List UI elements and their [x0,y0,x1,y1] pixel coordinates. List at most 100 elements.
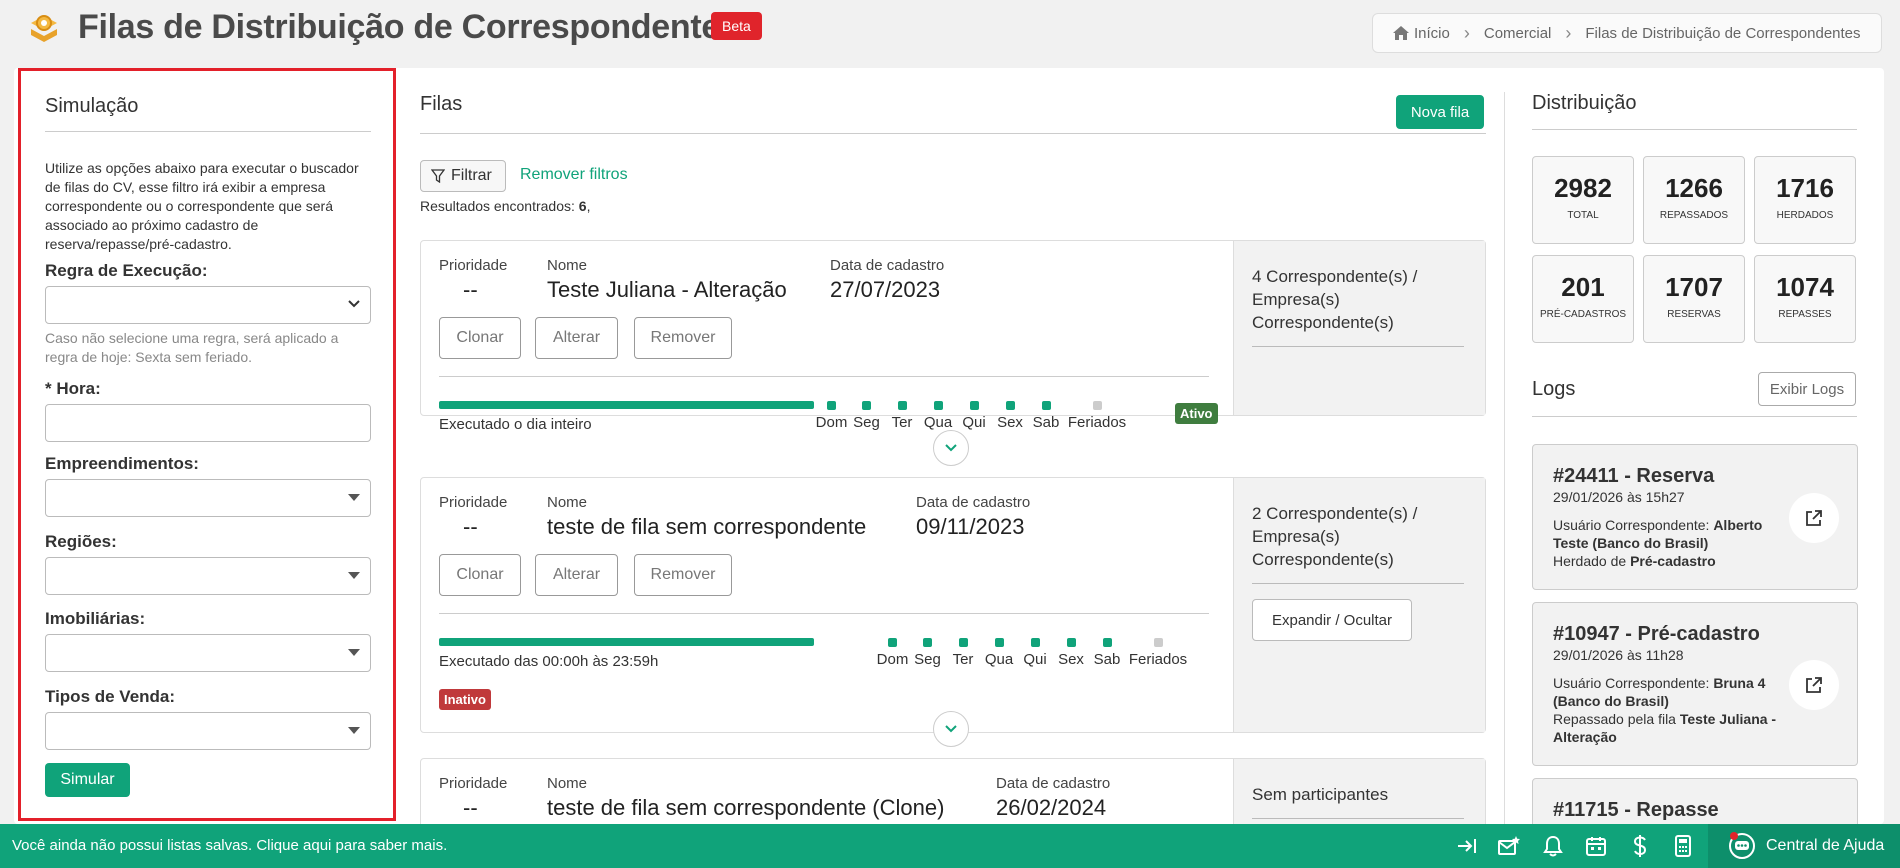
beta-badge: Beta [711,12,762,40]
alterar-button[interactable]: Alterar [535,554,618,596]
log-title: #24411 - Reserva [1553,465,1715,487]
queue-name: teste de fila sem correspondente [547,514,867,539]
dollar-icon[interactable] [1628,834,1652,858]
divider [420,133,1486,134]
regioes-label: Regiões: [45,532,117,551]
stat-label: HERDADOS [1776,210,1834,221]
mail-star-icon[interactable] [1497,834,1521,858]
calculator-icon[interactable] [1671,834,1695,858]
log-user: Usuário Correspondente: Bruna 4 (Banco d… [1553,675,1766,709]
participants-text: Sem participantes [1252,785,1389,804]
open-log-button[interactable] [1789,660,1839,710]
stat-reservas: 1707 RESERVAS [1643,255,1745,343]
participants-text: 2 Correspondente(s) / Empresa(s) Corresp… [1252,504,1418,569]
stat-value: 2982 [1554,173,1612,203]
hora-label: * Hora: [45,379,101,398]
status-badge: Inativo [439,689,491,710]
filas-title: Filas [420,93,463,115]
divider [1252,346,1464,347]
saved-lists-message[interactable]: Você ainda não possui listas salvas. Cli… [12,837,447,854]
stat-herdados: 1716 HERDADOS [1754,156,1856,244]
stat-label: RESERVAS [1667,309,1721,320]
bell-icon[interactable] [1541,834,1565,858]
queue-name: Teste Juliana - Alteração [547,277,787,302]
imobiliarias-label: Imobiliárias: [45,609,146,628]
divider [1252,818,1464,819]
empreendimentos-select[interactable] [45,479,371,517]
day-sex: Sex [992,401,1028,431]
divider [45,131,371,132]
breadcrumb-item-comercial[interactable]: Comercial [1484,25,1552,42]
nova-fila-button[interactable]: Nova fila [1396,95,1484,129]
stat-label: PRÉ-CADASTROS [1539,309,1627,320]
tipos-venda-select[interactable] [45,712,371,750]
central-de-ajuda-button[interactable]: Central de Ajuda [1708,824,1900,868]
divider [439,376,1209,377]
data-label: Data de cadastro [996,775,1111,792]
expand-toggle[interactable] [933,711,969,747]
regioes-select[interactable] [45,557,371,595]
chevron-down-icon [945,725,957,733]
open-log-button[interactable] [1789,493,1839,543]
log-entry: #11715 - Repasse [1532,778,1858,824]
breadcrumb-home[interactable]: Início [1393,25,1450,42]
app-logo [24,10,64,50]
home-icon [1393,26,1409,40]
queue-card: Prioridade -- Nome teste de fila sem cor… [420,477,1486,733]
remover-button[interactable]: Remover [634,317,732,359]
remover-button[interactable]: Remover [634,554,732,596]
schedule-bar [439,401,814,409]
day-qua: Qua [920,401,956,431]
chevron-down-icon [348,296,360,312]
simular-button[interactable]: Simular [45,763,130,797]
hora-input[interactable] [45,404,371,442]
exibir-logs-button[interactable]: Exibir Logs [1758,372,1856,406]
schedule-text: Executado o dia inteiro [439,416,592,433]
main-card: Simulação Utilize as opções abaixo para … [14,68,1884,824]
day-feriados: Feriados [1064,401,1130,431]
queue-name: teste de fila sem correspondente (Clone) [547,795,945,820]
chevron-down-icon [945,444,957,452]
stat-total: 2982 TOTAL [1532,156,1634,244]
expandir-ocultar-button[interactable]: Expandir / Ocultar [1252,599,1412,641]
participants-panel: 4 Correspondente(s) / Empresa(s) Corresp… [1233,241,1485,415]
caret-down-icon [348,572,360,579]
breadcrumb-item-inicio[interactable]: Início [1414,25,1450,42]
external-link-icon [1806,677,1822,693]
imobiliarias-select[interactable] [45,634,371,672]
breadcrumb-item-current: Filas de Distribuição de Correspondentes [1585,24,1861,42]
distribuicao-title: Distribuição [1532,92,1637,114]
alterar-button[interactable]: Alterar [535,317,618,359]
days-row: Dom Seg Ter Qua Qui Sex Sab Feriados [875,638,1191,668]
calendar-icon[interactable] [1584,834,1608,858]
prioridade-label: Prioridade [439,775,508,792]
regra-label: Regra de Execução: [45,261,208,280]
log-user: Usuário Correspondente: Alberto Teste (B… [1553,517,1763,551]
page-header: Filas de Distribuição de Correspondentes… [0,0,1900,68]
bottom-bar: Você ainda não possui listas salvas. Cli… [0,824,1900,868]
expand-toggle[interactable] [933,430,969,466]
log-title: #11715 - Repasse [1553,799,1719,821]
filtrar-button[interactable]: Filtrar [420,160,506,192]
logs-title: Logs [1532,378,1576,400]
log-extra: Repassado pela fila Teste Juliana - Alte… [1553,711,1777,745]
log-date: 29/01/2026 às 11h28 [1553,647,1684,663]
collapse-right-icon[interactable] [1455,834,1479,858]
remover-filtros-link[interactable]: Remover filtros [520,166,628,184]
prioridade-value: -- [463,795,478,820]
regra-select[interactable] [45,286,371,324]
nome-label: Nome [547,494,588,511]
external-link-icon [1806,510,1822,526]
day-seg: Seg [849,401,884,431]
day-dom: Dom [814,401,849,431]
results-count: Resultados encontrados: 6, [420,198,590,214]
clonar-button[interactable]: Clonar [439,317,521,359]
stat-label: REPASSADOS [1659,210,1729,221]
divider [1532,416,1857,417]
prioridade-value: -- [463,514,478,539]
log-extra: Herdado de Pré-cadastro [1553,553,1716,569]
day-ter: Ter [945,638,981,668]
participants-text: 4 Correspondente(s) / Empresa(s) Corresp… [1252,267,1418,332]
clonar-button[interactable]: Clonar [439,554,521,596]
day-dom: Dom [875,638,910,668]
